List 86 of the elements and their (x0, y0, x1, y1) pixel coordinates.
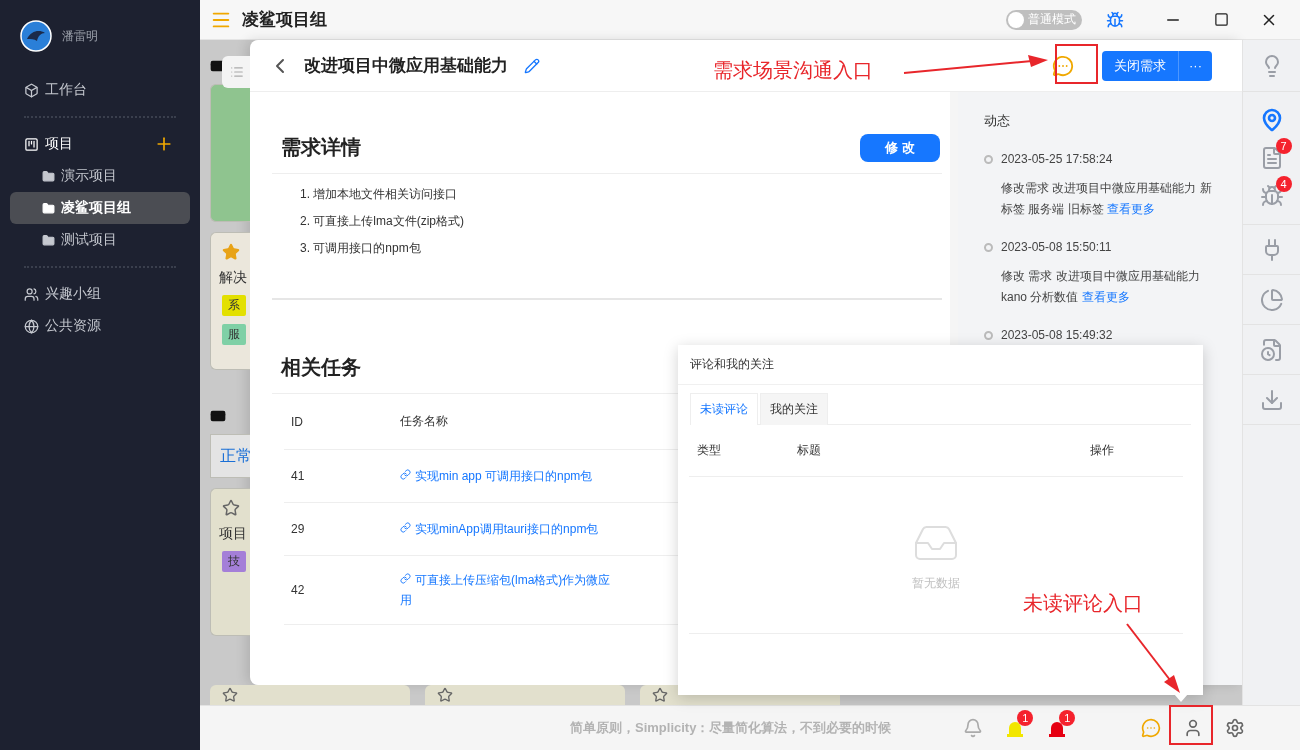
count-badge: 4 (1275, 176, 1292, 192)
card-icon (210, 408, 226, 424)
timestamp: 2023-05-08 15:49:32 (1001, 328, 1113, 342)
link-icon (400, 522, 411, 533)
card-title: 项目 (219, 525, 248, 543)
bell-icon[interactable] (963, 718, 984, 738)
cube-icon (24, 82, 39, 98)
timeline-dot (984, 331, 993, 340)
annotation-text: 未读评论入口 (1023, 591, 1143, 616)
column-header: 操作 (1090, 442, 1115, 459)
star-icon[interactable] (222, 499, 240, 517)
maximize-icon[interactable] (1213, 12, 1229, 27)
section-title: 相关任务 (281, 355, 361, 380)
table-cell-text: 42 (291, 583, 306, 597)
table-cell-text: 29 (291, 522, 306, 536)
column-header: ID (291, 414, 304, 429)
column-header: 类型 (697, 442, 722, 459)
chat-button[interactable] (1052, 54, 1074, 77)
tag: 系 (222, 295, 246, 316)
avatar[interactable] (20, 20, 52, 52)
activity-heading: 动态 (984, 112, 1011, 130)
users-icon (24, 286, 39, 302)
nav-item[interactable]: 工作台 (10, 74, 190, 106)
column-header: 任务名称 (400, 413, 449, 430)
task-link[interactable]: 可直接上传压缩包(lma格式)作为微应用 (400, 570, 620, 610)
star-icon[interactable] (222, 243, 240, 261)
list-icon (230, 65, 244, 79)
star-icon[interactable] (222, 687, 238, 703)
task-link[interactable]: 实现minApp调用tauri接口的npm包 (400, 519, 620, 539)
tag: 服 (222, 324, 246, 345)
activity-text: 修改需求 改进项目中微应用基础能力 新标签 服务端 旧标签 查看更多 (1001, 180, 1212, 218)
document-clock-icon[interactable] (1259, 337, 1284, 362)
drawer-title: 改进项目中微应用基础能力 (304, 55, 508, 77)
timeline-dot (984, 155, 993, 164)
list-item: 2. 可直接上传lma文件(zip格式) (300, 213, 465, 230)
link-icon (400, 573, 411, 584)
filter-tab[interactable]: 正常 (210, 434, 250, 478)
popup-title: 评论和我的关注 (678, 345, 1203, 385)
highlight-frame (1055, 44, 1098, 84)
card-title: 解决 (219, 269, 248, 287)
nav-item[interactable]: 公共资源 (10, 310, 190, 342)
section-title: 需求详情 (281, 135, 361, 160)
download-icon[interactable] (1259, 387, 1284, 412)
list-item: 1. 增加本地文件相关访问接口 (300, 186, 459, 203)
tab[interactable]: 未读评论 (690, 393, 758, 425)
more-button[interactable]: ··· (1178, 50, 1212, 81)
annotation-text: 需求场景沟通入口 (713, 58, 873, 83)
view-more-link[interactable]: 查看更多 (1107, 202, 1155, 216)
count-badge: 7 (1275, 138, 1292, 154)
bug-icon[interactable] (1106, 10, 1124, 29)
activity-text: 修改 需求 改进项目中微应用基础能力 kano 分析数值 查看更多 (1001, 268, 1201, 306)
task-link[interactable]: 实现min app 可调用接口的npm包 (400, 466, 620, 486)
highlight-frame (1169, 705, 1213, 745)
empty-text: 暂无数据 (912, 574, 960, 592)
timestamp: 2023-05-25 17:58:24 (1001, 152, 1114, 166)
globe-icon (24, 318, 39, 334)
timestamp: 2023-05-08 15:50:11 (1001, 240, 1113, 254)
nav-item[interactable]: 项目 (10, 128, 190, 160)
window-title: 凌鲨项目组 (242, 9, 328, 31)
list-item: 3. 可调用接口的npm包 (300, 240, 422, 257)
star-icon[interactable] (652, 687, 668, 703)
link-icon (400, 469, 411, 480)
motto-text: 简单原则，Simplicity：尽量简化算法，不到必要的时候 (570, 719, 892, 737)
view-more-link[interactable]: 查看更多 (1081, 290, 1130, 304)
count-badge: 1 (1017, 710, 1034, 726)
table-cell-text: 41 (291, 469, 306, 483)
edit-button[interactable]: 修 改 (860, 133, 940, 162)
tab[interactable]: 我的关注 (760, 393, 828, 425)
edit-icon[interactable] (524, 57, 540, 74)
settings-icon[interactable] (1225, 718, 1246, 738)
project-item[interactable]: 凌鲨项目组 (10, 192, 190, 224)
kanban-icon (24, 136, 39, 152)
user-name: 潘雷明 (62, 27, 98, 45)
close-requirement-button[interactable]: 关闭需求 (1102, 50, 1178, 81)
star-icon[interactable] (437, 687, 453, 703)
folder-icon (42, 201, 55, 215)
project-item[interactable]: 演示项目 (10, 160, 190, 192)
column-header: 标题 (797, 442, 822, 459)
tag: 技 (222, 551, 246, 572)
folder-icon (42, 169, 55, 183)
timeline-dot (984, 243, 993, 252)
project-item[interactable]: 测试项目 (10, 224, 190, 256)
count-badge: 1 (1059, 710, 1076, 726)
nav-item[interactable]: 兴趣小组 (10, 278, 190, 310)
folder-icon (42, 233, 55, 247)
pie-chart-icon[interactable] (1259, 287, 1284, 312)
